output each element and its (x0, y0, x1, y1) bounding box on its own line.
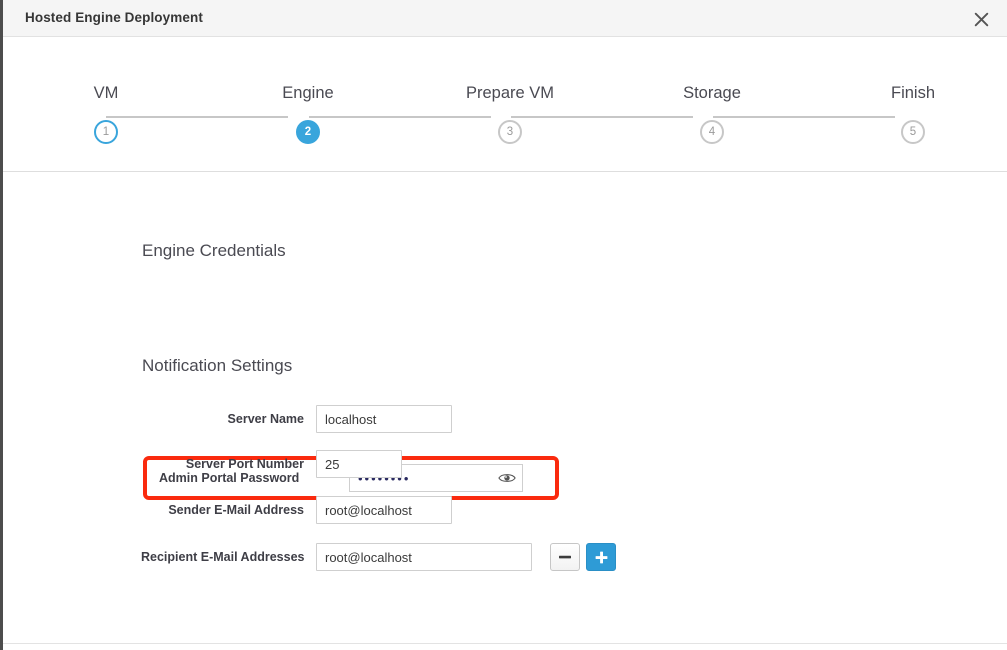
wizard-step-prepare-vm-label: Prepare VM (430, 37, 590, 102)
wizard-steps: VM 1 Engine 2 Prepare VM 3 Storage 4 Fin… (73, 37, 943, 172)
sender-email-address-input[interactable] (316, 496, 452, 524)
step-connector-1-2 (106, 116, 288, 118)
wizard-step-prepare-vm-circle[interactable]: 3 (498, 120, 522, 144)
server-port-number-input[interactable] (316, 450, 402, 478)
step-connector-2-3 (309, 116, 491, 118)
remove-recipient-button[interactable] (550, 543, 580, 571)
server-port-number-label: Server Port Number (141, 457, 316, 471)
dialog-footer (3, 644, 1007, 650)
wizard-step-finish-circle[interactable]: 5 (901, 120, 925, 144)
dialog-title: Hosted Engine Deployment (25, 10, 203, 25)
minus-icon (559, 555, 571, 559)
wizard-step-vm-circle[interactable]: 1 (94, 120, 118, 144)
engine-settings-form: Engine Credentials Admin Portal Password… (3, 173, 1007, 643)
wizard-step-prepare-vm[interactable]: Prepare VM 3 (430, 37, 590, 144)
wizard-step-engine[interactable]: Engine 2 (228, 37, 388, 144)
wizard-step-storage-label: Storage (632, 37, 792, 102)
wizard-step-storage[interactable]: Storage 4 (632, 37, 792, 144)
wizard-step-finish[interactable]: Finish 5 (833, 37, 993, 144)
server-port-number-row: Server Port Number (141, 450, 402, 478)
wizard-step-engine-circle[interactable]: 2 (296, 120, 320, 144)
server-name-label: Server Name (141, 412, 316, 426)
dialog-titlebar: Hosted Engine Deployment (3, 0, 1007, 37)
plus-icon (595, 551, 608, 564)
server-name-row: Server Name (141, 405, 452, 433)
wizard-step-engine-label: Engine (228, 37, 388, 102)
wizard-step-finish-label: Finish (833, 37, 993, 102)
step-connector-4-5 (713, 116, 895, 118)
sender-email-address-label: Sender E-Mail Address (141, 503, 316, 517)
wizard-step-storage-circle[interactable]: 4 (700, 120, 724, 144)
add-recipient-button[interactable] (586, 543, 616, 571)
recipient-email-addresses-row: Recipient E-Mail Addresses (141, 543, 616, 571)
wizard-step-indicator: VM 1 Engine 2 Prepare VM 3 Storage 4 Fin… (3, 37, 1007, 172)
notification-settings-heading: Notification Settings (142, 356, 292, 376)
sender-email-address-row: Sender E-Mail Address (141, 496, 452, 524)
step-connector-3-4 (511, 116, 693, 118)
wizard-step-vm-label: VM (26, 37, 186, 102)
close-icon[interactable] (968, 6, 994, 32)
recipient-email-addresses-input[interactable] (316, 543, 532, 571)
recipient-email-addresses-label: Recipient E-Mail Addresses (141, 550, 316, 564)
wizard-step-vm[interactable]: VM 1 (26, 37, 186, 144)
eye-icon[interactable] (496, 468, 518, 488)
engine-credentials-heading: Engine Credentials (142, 241, 286, 261)
server-name-input[interactable] (316, 405, 452, 433)
hosted-engine-deployment-dialog: Hosted Engine Deployment VM 1 Engine 2 P… (0, 0, 1007, 650)
